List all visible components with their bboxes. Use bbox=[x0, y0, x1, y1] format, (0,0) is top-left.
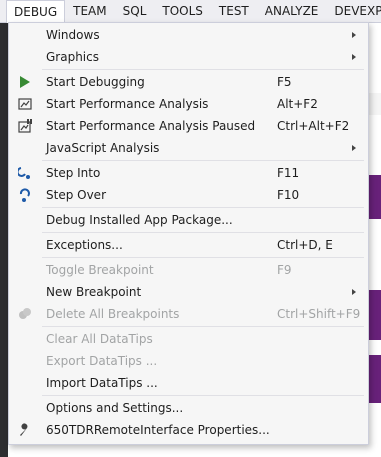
menu-item-step-over[interactable]: Step Over F10 bbox=[9, 184, 368, 206]
shortcut-text: Ctrl+Shift+F9 bbox=[277, 307, 361, 321]
menu-item-label: Import DataTips ... bbox=[46, 376, 158, 390]
menu-analyze[interactable]: ANALYZE bbox=[257, 0, 327, 22]
delete-breakpoints-icon bbox=[19, 308, 31, 319]
background-tab bbox=[368, 93, 381, 115]
menu-item-javascript-analysis[interactable]: JavaScript Analysis bbox=[9, 137, 368, 159]
wrench-icon bbox=[20, 423, 28, 436]
background-dark-strip bbox=[0, 0, 8, 457]
background-purple-panel bbox=[369, 290, 381, 340]
menu-item-windows[interactable]: Windows bbox=[9, 24, 368, 46]
menu-separator bbox=[42, 257, 364, 258]
menu-debug[interactable]: DEBUG bbox=[6, 0, 66, 23]
menu-item-label: Start Performance Analysis bbox=[46, 97, 209, 111]
menu-item-start-debugging[interactable]: Start Debugging F5 bbox=[9, 71, 368, 93]
menu-tools[interactable]: TOOLS bbox=[154, 0, 211, 22]
shortcut-text: Alt+F2 bbox=[277, 97, 318, 111]
shortcut-text: Ctrl+Alt+F2 bbox=[277, 119, 350, 133]
menu-item-label: Clear All DataTips bbox=[46, 332, 153, 346]
menu-item-label: Delete All Breakpoints bbox=[46, 307, 180, 321]
step-over-icon bbox=[19, 188, 30, 202]
menu-separator bbox=[42, 232, 364, 233]
menu-item-label: Options and Settings... bbox=[46, 401, 184, 415]
submenu-arrow-icon bbox=[352, 289, 356, 295]
menu-item-export-datatips: Export DataTips ... bbox=[9, 350, 368, 372]
background-purple-panel bbox=[369, 175, 381, 219]
menu-item-delete-all-breakpoints: Delete All Breakpoints Ctrl+Shift+F9 bbox=[9, 303, 368, 325]
menu-item-label: New Breakpoint bbox=[46, 285, 142, 299]
menu-sql[interactable]: SQL bbox=[115, 0, 155, 22]
menu-item-label: JavaScript Analysis bbox=[46, 141, 160, 155]
menu-item-step-into[interactable]: Step Into F11 bbox=[9, 162, 368, 184]
menu-separator bbox=[42, 160, 364, 161]
menu-item-label: Exceptions... bbox=[46, 238, 123, 252]
shortcut-text: Ctrl+D, E bbox=[277, 238, 333, 252]
menu-item-label: Step Into bbox=[46, 166, 101, 180]
submenu-arrow-icon bbox=[352, 145, 356, 151]
menu-separator bbox=[42, 326, 364, 327]
menu-separator bbox=[42, 395, 364, 396]
menu-item-project-properties[interactable]: 650TDRRemoteInterface Properties... bbox=[9, 419, 368, 441]
menu-item-label: Export DataTips ... bbox=[46, 354, 158, 368]
performance-paused-icon bbox=[18, 119, 32, 133]
menu-item-toggle-breakpoint: Toggle Breakpoint F9 bbox=[9, 259, 368, 281]
menu-item-label: Windows bbox=[46, 28, 100, 42]
debug-dropdown-menu: Windows Graphics Start Debugging F5 Star… bbox=[8, 22, 369, 445]
menu-item-label: Graphics bbox=[46, 50, 99, 64]
step-into-icon bbox=[18, 167, 30, 179]
performance-icon bbox=[18, 98, 32, 110]
menu-item-label: Start Performance Analysis Paused bbox=[46, 119, 256, 133]
shortcut-text: F11 bbox=[277, 166, 300, 180]
menu-devexp[interactable]: DEVEXP bbox=[326, 0, 381, 22]
menu-item-new-breakpoint[interactable]: New Breakpoint bbox=[9, 281, 368, 303]
menu-item-clear-all-datatips: Clear All DataTips bbox=[9, 328, 368, 350]
menu-item-start-performance-analysis[interactable]: Start Performance Analysis Alt+F2 bbox=[9, 93, 368, 115]
menu-separator bbox=[42, 207, 364, 208]
shortcut-text: F5 bbox=[277, 75, 292, 89]
submenu-arrow-icon bbox=[352, 32, 356, 38]
menu-team[interactable]: TEAM bbox=[65, 0, 114, 22]
menu-item-label: Start Debugging bbox=[46, 75, 145, 89]
menu-test[interactable]: TEST bbox=[211, 0, 257, 22]
background-purple-panel bbox=[369, 355, 381, 403]
menu-separator bbox=[42, 69, 364, 70]
menu-item-label: Debug Installed App Package... bbox=[46, 213, 233, 227]
submenu-arrow-icon bbox=[352, 54, 356, 60]
menu-item-graphics[interactable]: Graphics bbox=[9, 46, 368, 68]
shortcut-text: F10 bbox=[277, 188, 300, 202]
play-icon bbox=[20, 76, 30, 88]
shortcut-text: F9 bbox=[277, 263, 292, 277]
menu-item-label: 650TDRRemoteInterface Properties... bbox=[46, 423, 270, 437]
menu-bar: DEBUG TEAM SQL TOOLS TEST ANALYZE DEVEXP bbox=[0, 0, 381, 23]
menu-item-label: Step Over bbox=[46, 188, 106, 202]
menu-item-options-and-settings[interactable]: Options and Settings... bbox=[9, 397, 368, 419]
menu-item-label: Toggle Breakpoint bbox=[46, 263, 154, 277]
menu-item-import-datatips[interactable]: Import DataTips ... bbox=[9, 372, 368, 394]
menu-item-debug-installed-app-package[interactable]: Debug Installed App Package... bbox=[9, 209, 368, 231]
menu-item-start-performance-analysis-paused[interactable]: Start Performance Analysis Paused Ctrl+A… bbox=[9, 115, 368, 137]
menu-item-exceptions[interactable]: Exceptions... Ctrl+D, E bbox=[9, 234, 368, 256]
